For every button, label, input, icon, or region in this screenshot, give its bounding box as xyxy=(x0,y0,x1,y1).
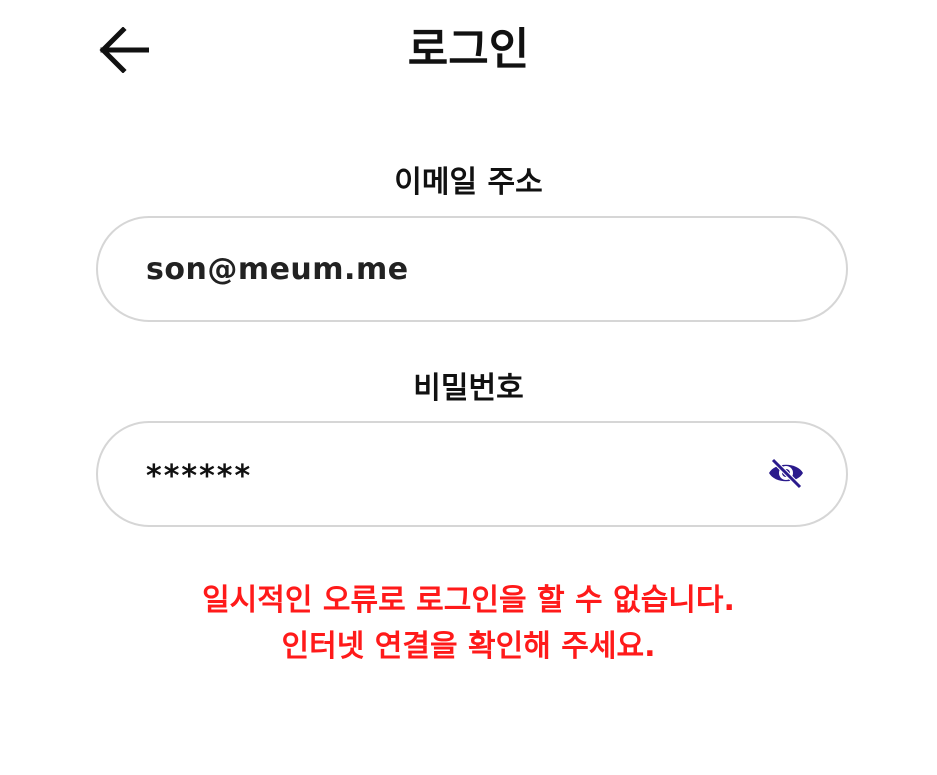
email-field[interactable]: son@meum.me xyxy=(96,216,848,322)
error-message: 일시적인 오류로 로그인을 할 수 없습니다. 인터넷 연결을 확인해 주세요. xyxy=(0,578,937,670)
email-label: 이메일 주소 xyxy=(394,165,543,200)
password-value[interactable]: ****** xyxy=(146,455,252,494)
login-screen: 로그인 이메일 주소 son@meum.me 비밀번호 ****** 일시적인 … xyxy=(0,0,937,775)
password-visibility-toggle[interactable] xyxy=(766,457,806,493)
error-line-1: 일시적인 오류로 로그인을 할 수 없습니다. xyxy=(202,583,735,618)
page-title: 로그인 xyxy=(407,24,530,75)
email-value[interactable]: son@meum.me xyxy=(146,252,409,287)
password-label: 비밀번호 xyxy=(413,371,524,406)
password-field[interactable]: ****** xyxy=(96,421,848,527)
error-line-2: 인터넷 연결을 확인해 주세요. xyxy=(281,629,656,664)
eye-off-icon xyxy=(767,457,805,493)
